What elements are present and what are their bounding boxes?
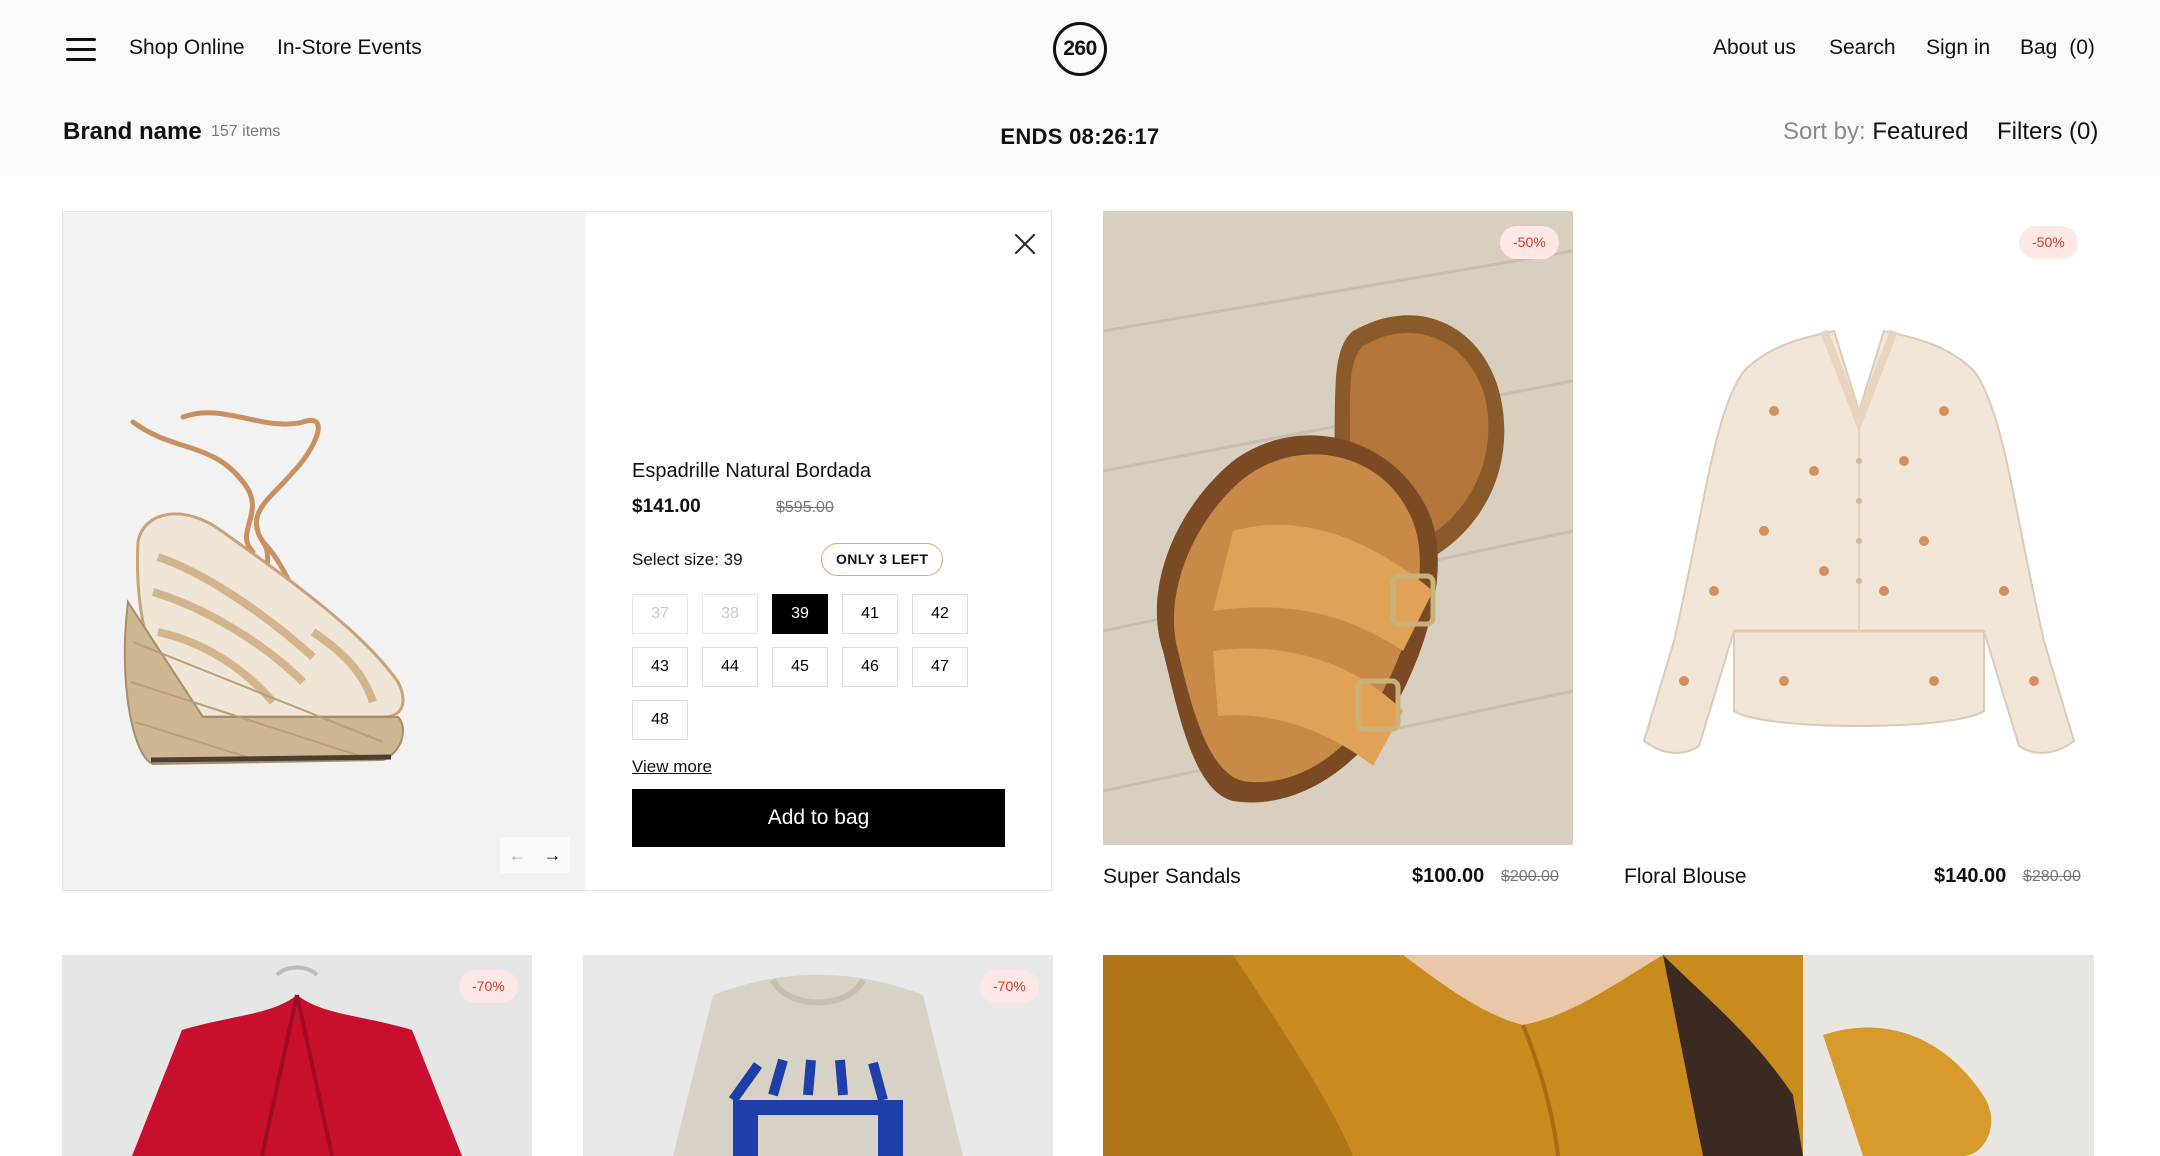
discount-badge: -50%: [1500, 226, 1559, 259]
stock-badge: ONLY 3 LEFT: [821, 543, 944, 576]
discount-badge: -70%: [980, 970, 1039, 1003]
product-image-sandals: [1103, 211, 1573, 845]
bag-label: Bag: [2020, 36, 2058, 59]
featured-banner[interactable]: [1103, 955, 2094, 1156]
close-icon[interactable]: [1011, 230, 1039, 258]
size-option-42[interactable]: 42: [912, 594, 968, 634]
nav-sign-in[interactable]: Sign in: [1926, 36, 1990, 60]
product-title: Espadrille Natural Bordada: [632, 460, 872, 482]
nav-search[interactable]: Search: [1829, 36, 1896, 60]
size-option-38[interactable]: 38: [702, 594, 758, 634]
product-card[interactable]: -70%: [62, 955, 532, 1156]
logo[interactable]: 260: [1053, 22, 1107, 76]
menu-icon[interactable]: [66, 36, 96, 62]
banner-illustration: [1103, 955, 2094, 1156]
product-card[interactable]: -70%: [583, 955, 1053, 1156]
site-header: Shop Online In-Store Events 260 About us…: [0, 0, 2160, 176]
bag-count: (0): [2069, 36, 2095, 59]
size-option-48[interactable]: 48: [632, 700, 688, 740]
add-to-bag-button[interactable]: Add to bag: [632, 789, 1005, 847]
selected-size-label: Select size: 39: [632, 550, 743, 569]
filters-button[interactable]: Filters (0): [1997, 118, 2098, 146]
product-card[interactable]: -50% Super Sandals $100.00 $200.00: [1103, 211, 1573, 891]
nav-about-us[interactable]: About us: [1713, 36, 1796, 60]
nav-bag[interactable]: Bag (0): [2020, 36, 2095, 60]
arrow-left-icon[interactable]: ←: [509, 845, 527, 866]
arrow-right-icon[interactable]: →: [544, 845, 562, 866]
size-option-39[interactable]: 39: [772, 594, 828, 634]
banner-image: [1103, 955, 2094, 1156]
size-option-43[interactable]: 43: [632, 647, 688, 687]
size-option-41[interactable]: 41: [842, 594, 898, 634]
nav-shop-online[interactable]: Shop Online: [129, 36, 245, 60]
size-option-46[interactable]: 46: [842, 647, 898, 687]
nav-in-store-events[interactable]: In-Store Events: [277, 36, 422, 60]
espadrille-illustration: [123, 410, 405, 766]
product-name[interactable]: Floral Blouse: [1624, 865, 1747, 889]
product-image-espadrille: ← →: [63, 212, 585, 890]
product-old-price: $280.00: [2023, 868, 2081, 885]
size-option-45[interactable]: 45: [772, 647, 828, 687]
discount-badge: -50%: [2019, 226, 2078, 259]
product-name[interactable]: Super Sandals: [1103, 865, 1241, 889]
view-more-link[interactable]: View more: [632, 757, 712, 777]
sort-value: Featured: [1872, 118, 1969, 145]
product-old-price: $200.00: [1501, 868, 1559, 885]
blouse-illustration: [1642, 329, 2076, 754]
sort-label: Sort by:: [1783, 118, 1866, 145]
product-old-price: $595.00: [776, 499, 834, 516]
discount-badge: -70%: [459, 970, 518, 1003]
sandals-illustration: [1103, 211, 1573, 845]
size-option-47[interactable]: 47: [912, 647, 968, 687]
product-image-blouse: [1624, 211, 2094, 845]
size-option-44[interactable]: 44: [702, 647, 758, 687]
product-price: $140.00: [1934, 865, 2007, 887]
product-price: $100.00: [1412, 865, 1485, 887]
quick-view-panel: ← → Espadrille Natural Bordada $141.00 $…: [62, 211, 1052, 891]
product-card[interactable]: -50% Floral Blouse $140.00 $280.00: [1624, 211, 2094, 891]
size-option-37[interactable]: 37: [632, 594, 688, 634]
sort-dropdown[interactable]: Sort by: Featured: [1783, 118, 1968, 146]
image-carousel-controls: ← →: [500, 837, 570, 873]
product-price: $141.00: [632, 496, 701, 517]
